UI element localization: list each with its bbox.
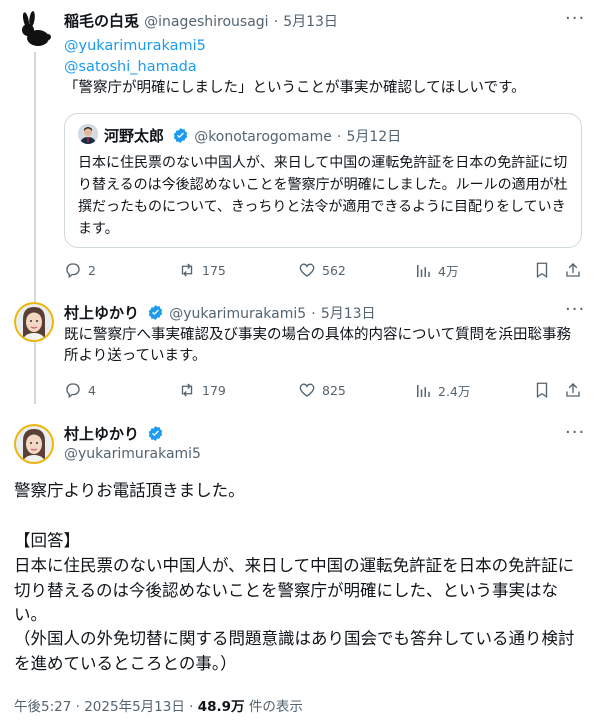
analytics-icon	[417, 384, 430, 397]
reply-icon	[66, 383, 80, 399]
repost-count: 175	[202, 262, 226, 278]
share-icon	[566, 263, 580, 277]
more-options-icon[interactable]: ···	[565, 424, 585, 442]
verified-badge-icon	[148, 426, 163, 441]
main-heading: 【回答】	[14, 531, 80, 550]
repost-icon	[181, 263, 193, 277]
reply-count: 2	[88, 262, 96, 278]
tweet1-author-name[interactable]: 稲毛の白兎	[64, 12, 139, 30]
post-views-count: 48.9万	[197, 699, 245, 715]
tweet1-text: 「警察庁が明確にしました」ということが事実か確認してほしいです。	[64, 80, 526, 96]
bookmark-button[interactable]	[533, 261, 551, 279]
tweet1-date[interactable]: 5月13日	[283, 14, 338, 30]
quote-header: 河野太郎 @konotarogomame · 5月12日	[104, 125, 401, 146]
tweet2-author-name[interactable]: 村上ゆかり	[64, 304, 139, 322]
mention-yukarimurakami5[interactable]: @yukarimurakami5	[64, 36, 206, 57]
share-button[interactable]	[564, 381, 582, 399]
post-views-label: 件の表示	[248, 699, 303, 715]
main-body: 日本に住民票のない中国人が、来日して中国の運転免許証を日本の免許証に切り替えるの…	[14, 556, 575, 624]
reply-button[interactable]: 4	[64, 381, 96, 399]
main-line1: 警察庁よりお電話頂きました。	[14, 481, 245, 500]
share-icon	[566, 383, 580, 397]
bookmark-icon	[536, 382, 548, 399]
quote-text: 日本に住民票のない中国人が、来日して中国の運転免許証を日本の免許証に切り替えるの…	[78, 155, 568, 237]
views-count: 2.4万	[438, 384, 471, 399]
quote-author-name: 河野太郎	[104, 127, 165, 145]
repost-button[interactable]: 179	[178, 381, 226, 399]
post-meta: 午後5:27 · 2025年5月13日 · 48.9万 件の表示	[14, 695, 303, 715]
repost-count: 179	[202, 382, 226, 398]
more-options-icon[interactable]: ···	[565, 301, 585, 319]
reply-icon	[66, 263, 80, 279]
more-options-icon[interactable]: ···	[565, 10, 585, 28]
tweet2-author-handle[interactable]: @yukarimurakami5	[169, 306, 306, 322]
like-count: 562	[322, 262, 346, 278]
like-button[interactable]: 825	[298, 381, 346, 399]
rabbit-icon	[14, 10, 54, 50]
heart-icon	[299, 383, 315, 397]
main-author-name[interactable]: 村上ゆかり	[64, 425, 139, 443]
verified-badge-icon	[173, 128, 188, 143]
post-date[interactable]: 2025年5月13日	[84, 699, 185, 715]
quote-date: 5月12日	[346, 129, 402, 145]
main-author-handle[interactable]: @yukarimurakami5	[64, 446, 201, 462]
views-button[interactable]: 4万	[414, 261, 458, 280]
mention-satoshi-hamada[interactable]: @satoshi_hamada	[64, 57, 197, 78]
person-icon	[78, 124, 98, 144]
avatar-kono	[78, 124, 98, 144]
share-button[interactable]	[564, 261, 582, 279]
reply-button[interactable]: 2	[64, 261, 96, 279]
repost-icon	[181, 383, 193, 397]
analytics-icon	[417, 264, 430, 277]
dot-separator: ·	[336, 129, 342, 145]
repost-button[interactable]: 175	[178, 261, 226, 279]
avatar-portrait-icon	[14, 424, 54, 464]
main-header: 村上ゆかり	[64, 423, 164, 444]
dot-separator: ·	[189, 699, 194, 715]
like-button[interactable]: 562	[298, 261, 346, 279]
thread-line	[34, 52, 36, 404]
like-count: 825	[322, 382, 346, 398]
reply-count: 4	[88, 382, 96, 398]
bookmark-button[interactable]	[533, 381, 551, 399]
dot-separator: ·	[75, 699, 80, 715]
tweet2-header: 村上ゆかり @yukarimurakami5 · 5月13日	[64, 302, 376, 323]
tweet1-author-handle[interactable]: @inageshirousagi	[144, 14, 268, 30]
avatar-portrait-icon	[14, 302, 54, 342]
tweet2-text: 既に警察庁へ事実確認及び事実の場合の具体的内容について質問を浜田聡事務所より送っ…	[64, 327, 572, 364]
views-button[interactable]: 2.4万	[414, 381, 470, 400]
avatar-rabbit[interactable]	[14, 10, 54, 50]
verified-badge-icon	[148, 305, 163, 320]
tweet1-header: 稲毛の白兎 @inageshirousagi · 5月13日	[64, 10, 338, 31]
post-time[interactable]: 午後5:27	[14, 699, 71, 715]
avatar-murakami[interactable]	[14, 302, 54, 342]
heart-icon	[299, 263, 315, 277]
bookmark-icon	[536, 262, 548, 279]
dot-separator: ·	[273, 14, 279, 30]
tweet2-date[interactable]: 5月13日	[321, 306, 376, 322]
views-count: 4万	[438, 264, 459, 279]
main-note: （外国人の外免切替に関する問題意識はあり国会でも答弁している通り検討を進めている…	[14, 629, 575, 673]
avatar-murakami-main[interactable]	[14, 424, 54, 464]
quote-author-handle: @konotarogomame	[194, 129, 332, 145]
dot-separator: ·	[311, 306, 316, 322]
